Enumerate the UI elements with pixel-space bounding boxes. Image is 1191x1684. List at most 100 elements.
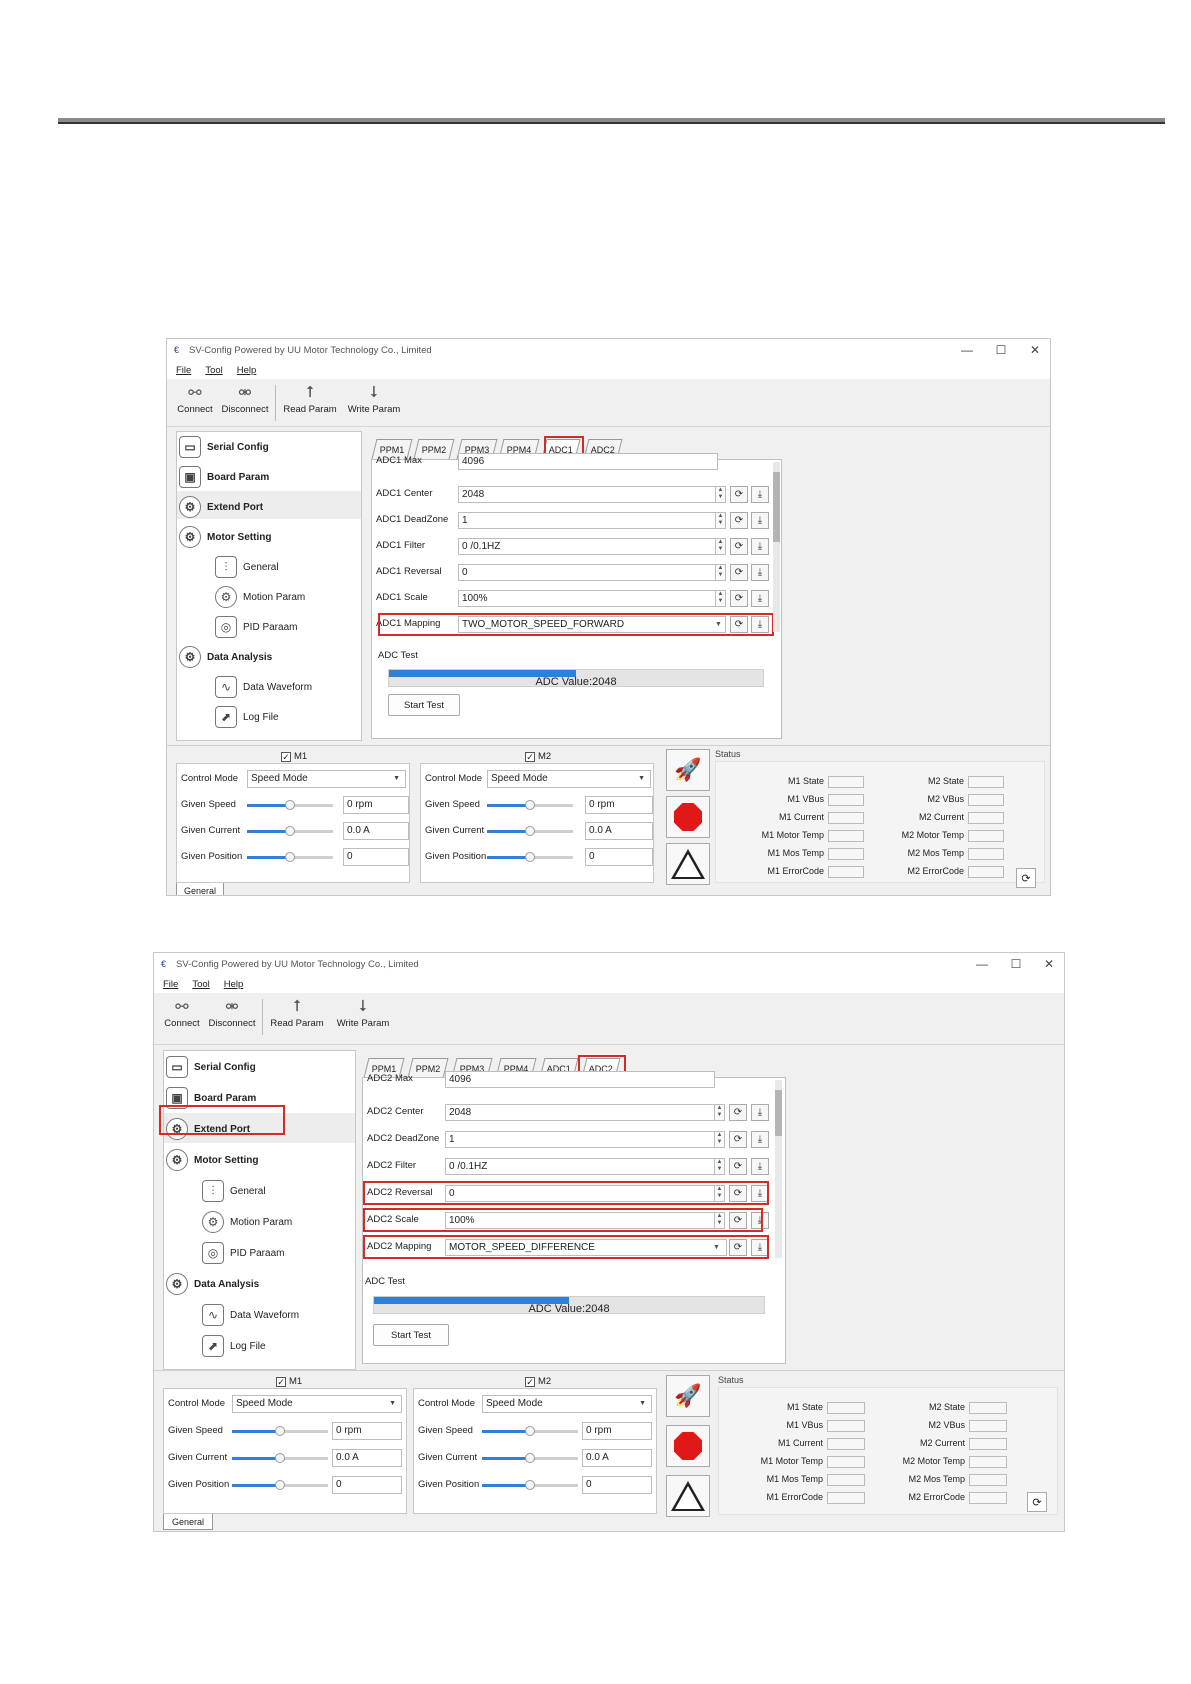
warning-button[interactable] [666,843,710,885]
download-icon[interactable]: ⤓ [751,538,769,555]
m1-header[interactable]: ✓ M1 [281,751,307,762]
menu-tool[interactable]: Tool [192,979,209,990]
spin-arrows[interactable]: ▲ ▼ [715,1158,725,1175]
spin-arrows[interactable]: ▲ ▼ [715,1104,725,1121]
slider-knob[interactable] [525,826,535,836]
connect-button[interactable]: ⚯ Connect [154,996,210,1038]
menu-file[interactable]: File [176,365,191,376]
refresh-icon[interactable]: ⟳ [730,564,748,581]
scrollbar-thumb[interactable] [775,1090,782,1136]
spin-arrows[interactable]: ▲ ▼ [715,1131,725,1148]
status-refresh-button[interactable]: ⟳ [1016,868,1036,888]
maximize-button[interactable]: ☐ [999,953,1033,975]
slider-knob[interactable] [285,852,295,862]
tree-item-data-analysis[interactable]: ⚙ Data Analysis [179,646,272,668]
tree-item-pid-param[interactable]: ◎ PID Paraam [215,616,297,638]
rocket-button[interactable]: 🚀 [666,1375,710,1417]
m1-position-input[interactable]: 0 [332,1476,402,1494]
minimize-button[interactable]: — [965,953,999,975]
m1-current-input[interactable]: 0.0 A [332,1449,402,1467]
m1-control-mode-select[interactable]: Speed Mode ▼ [232,1395,402,1413]
vertical-scrollbar[interactable] [773,462,780,632]
slider-knob[interactable] [285,826,295,836]
refresh-icon[interactable]: ⟳ [730,486,748,503]
param-value[interactable]: 100% [458,590,716,607]
m1-position-slider[interactable] [232,1480,328,1490]
tree-item-general[interactable]: ⫶ General [202,1180,266,1202]
tree-item-motion-param[interactable]: ⚙ Motion Param [215,586,305,608]
param-value[interactable]: 2048 [458,486,716,503]
slider-knob[interactable] [525,1453,535,1463]
tree-item-pid-param[interactable]: ◎ PID Paraam [202,1242,284,1264]
menu-help[interactable]: Help [224,979,244,990]
spin-arrows[interactable]: ▲ ▼ [716,512,726,529]
m1-speed-slider[interactable] [247,800,333,810]
tab-general-bottom[interactable]: General [163,1514,213,1530]
write-param-button[interactable]: ⭣ Write Param [333,996,393,1038]
slider-knob[interactable] [275,1453,285,1463]
tree-item-data-waveform[interactable]: ∿ Data Waveform [202,1304,299,1326]
m1-speed-slider[interactable] [232,1426,328,1436]
read-param-button[interactable]: ⭡ Read Param [267,996,327,1038]
tree-item-motor-setting[interactable]: ⚙ Motor Setting [166,1149,258,1171]
m2-control-mode-select[interactable]: Speed Mode ▼ [487,770,651,788]
refresh-icon[interactable]: ⟳ [729,1131,747,1148]
refresh-icon[interactable]: ⟳ [730,538,748,555]
download-icon[interactable]: ⤓ [751,590,769,607]
download-icon[interactable]: ⤓ [751,1131,769,1148]
m1-speed-input[interactable]: 0 rpm [343,796,409,814]
download-icon[interactable]: ⤓ [751,486,769,503]
scrollbar-thumb[interactable] [773,472,780,542]
refresh-icon[interactable]: ⟳ [730,512,748,529]
m2-header[interactable]: ✓ M2 [525,751,551,762]
slider-knob[interactable] [275,1480,285,1490]
param-value[interactable]: 1 [445,1131,715,1148]
menu-file[interactable]: File [163,979,178,990]
m2-position-input[interactable]: 0 [585,848,653,866]
spin-arrows[interactable]: ▲ ▼ [716,590,726,607]
slider-knob[interactable] [285,800,295,810]
stop-button[interactable] [666,1425,710,1467]
menu-tool[interactable]: Tool [205,365,222,376]
disconnect-button[interactable]: ⚮ Disconnect [217,382,273,424]
m2-position-slider[interactable] [482,1480,578,1490]
m2-position-slider[interactable] [487,852,573,862]
minimize-button[interactable]: — [950,339,984,361]
menu-help[interactable]: Help [237,365,257,376]
tree-item-log-file[interactable]: ⬈ Log File [215,706,279,728]
download-icon[interactable]: ⤓ [751,564,769,581]
vertical-scrollbar[interactable] [775,1080,782,1258]
refresh-icon[interactable]: ⟳ [729,1158,747,1175]
refresh-icon[interactable]: ⟳ [730,590,748,607]
disconnect-button[interactable]: ⚮ Disconnect [204,996,260,1038]
param-value[interactable]: 0 /0.1HZ [445,1158,715,1175]
start-test-button[interactable]: Start Test [373,1324,449,1346]
tree-item-extend-port[interactable]: ⚙ Extend Port [179,496,263,518]
status-refresh-button[interactable]: ⟳ [1027,1492,1047,1512]
param-value[interactable]: 4096 [458,453,718,470]
write-param-button[interactable]: ⭣ Write Param [344,382,404,424]
m2-current-slider[interactable] [482,1453,578,1463]
m2-speed-input[interactable]: 0 rpm [585,796,653,814]
m2-speed-slider[interactable] [487,800,573,810]
m1-position-input[interactable]: 0 [343,848,409,866]
m1-position-slider[interactable] [247,852,333,862]
m1-speed-input[interactable]: 0 rpm [332,1422,402,1440]
warning-button[interactable] [666,1475,710,1517]
start-test-button[interactable]: Start Test [388,694,460,716]
m2-speed-input[interactable]: 0 rpm [582,1422,652,1440]
m1-current-slider[interactable] [247,826,333,836]
param-value[interactable]: 0 /0.1HZ [458,538,716,555]
m2-checkbox[interactable]: ✓ [525,751,535,762]
slider-knob[interactable] [525,852,535,862]
tree-item-data-waveform[interactable]: ∿ Data Waveform [215,676,312,698]
tree-item-motor-setting[interactable]: ⚙ Motor Setting [179,526,271,548]
m1-checkbox[interactable]: ✓ [281,751,291,762]
tree-item-serial-config[interactable]: ▭ Serial Config [166,1056,256,1078]
m2-header[interactable]: ✓ M2 [525,1376,551,1387]
tree-item-serial-config[interactable]: ▭ Serial Config [179,436,269,458]
download-icon[interactable]: ⤓ [751,1158,769,1175]
download-icon[interactable]: ⤓ [751,512,769,529]
m2-checkbox[interactable]: ✓ [525,1376,535,1387]
m1-header[interactable]: ✓ M1 [276,1376,302,1387]
